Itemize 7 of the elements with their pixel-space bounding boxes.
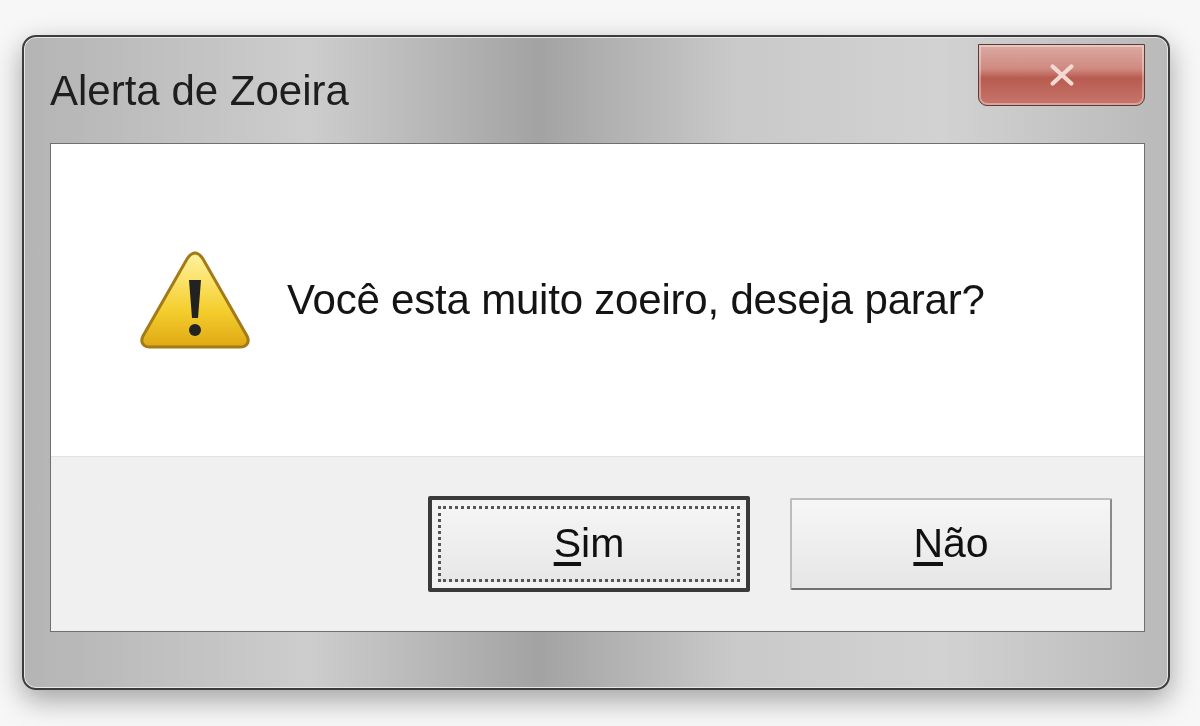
warning-icon bbox=[139, 249, 251, 350]
dialog-button[interactable]: Sim bbox=[428, 495, 750, 592]
dialog-button[interactable]: Não bbox=[790, 497, 1112, 590]
message-text: Você esta muito zoeiro, deseja parar? bbox=[287, 275, 985, 326]
close-icon bbox=[1048, 64, 1075, 86]
close-button[interactable] bbox=[978, 44, 1145, 106]
window-title: Alerta de Zoeira bbox=[50, 68, 349, 115]
